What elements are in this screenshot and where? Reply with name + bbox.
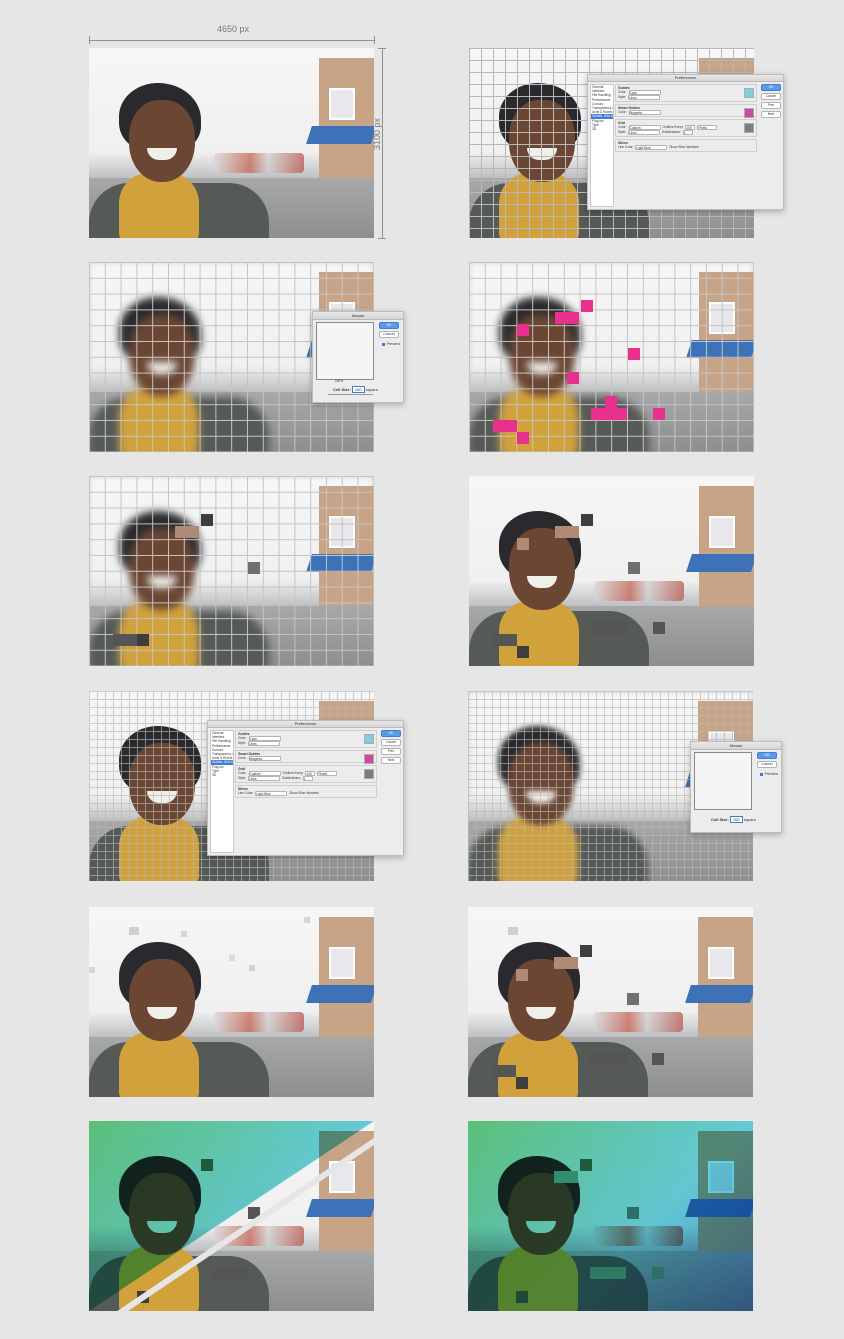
guides-style-select[interactable]: Lines: [627, 94, 660, 101]
category-item[interactable]: File Handling: [591, 93, 613, 97]
mosaic-preview-checkbox[interactable]: Preview: [760, 772, 778, 776]
show-slice-numbers-checkbox[interactable]: Show Slice Numbers: [669, 145, 699, 150]
magenta-block: [517, 324, 529, 336]
building: [319, 58, 374, 188]
mosaic-preview: [316, 322, 374, 380]
panel-magenta-selection: [469, 262, 754, 452]
prev-button[interactable]: Prev: [381, 748, 401, 755]
awning: [306, 126, 374, 144]
height-label: 3100 px: [372, 117, 382, 150]
mosaic-dialog-2: Mosaic OK Cancel Preview Cell Size: 100 …: [690, 741, 782, 833]
magenta-block: [581, 300, 593, 312]
gridline-unit-select[interactable]: Pixels: [697, 124, 718, 131]
grid-style-select[interactable]: Lines: [627, 129, 660, 136]
magenta-block: [605, 396, 617, 408]
grid-section: Grid Color: Custom Gridline Every: 100 Pixel…: [615, 119, 757, 137]
width-label: 4650 px: [217, 24, 250, 34]
cancel-button[interactable]: Cancel: [761, 93, 781, 100]
cancel-button[interactable]: Cancel: [381, 739, 401, 746]
panel-dark-blocks: [89, 476, 374, 666]
person: [89, 78, 269, 238]
mosaic-title: Mosaic: [313, 312, 403, 320]
smart-guides-swatch[interactable]: [744, 108, 754, 118]
magenta-block: [653, 408, 665, 420]
prev-button[interactable]: Prev: [761, 102, 781, 109]
magenta-block: [567, 372, 579, 384]
magenta-block: [628, 348, 640, 360]
mosaic-cancel-button[interactable]: Cancel: [757, 761, 777, 768]
cell-size-slider[interactable]: [328, 394, 373, 395]
mosaic-cancel-button[interactable]: Cancel: [379, 331, 399, 338]
category-list[interactable]: General Interface File Handling Performa…: [590, 84, 614, 207]
width-tick-left: [89, 36, 90, 44]
mosaic-ok-button[interactable]: OK: [379, 322, 399, 329]
category-item-selected[interactable]: Guides, Grid & Slices: [591, 114, 613, 119]
mosaic-dialog: Mosaic OK Cancel Preview 100% Cell Size:…: [312, 311, 404, 403]
panel-original-photo: [89, 48, 374, 238]
width-dimension-line: [89, 40, 374, 41]
dialog-title: Preferences: [588, 75, 783, 82]
height-tick-bottom: [378, 238, 386, 239]
width-tick-right: [374, 36, 375, 44]
category-item[interactable]: 3D: [591, 127, 613, 131]
ok-button[interactable]: OK: [381, 730, 401, 737]
cell-size-input[interactable]: 100: [729, 816, 743, 823]
zoom-level: 100%: [335, 379, 344, 383]
gradient-overlay: [468, 1121, 753, 1311]
magenta-block: [517, 432, 529, 444]
magenta-block: [591, 408, 627, 420]
next-button[interactable]: Next: [381, 757, 401, 764]
mosaic-preview: [694, 752, 752, 810]
grid-swatch[interactable]: [744, 123, 754, 133]
slice-line-color-select[interactable]: Light Blue: [635, 144, 668, 151]
magenta-block: [555, 312, 579, 324]
cell-size-input[interactable]: 100: [351, 386, 365, 393]
panel-grey-squares: [89, 907, 374, 1097]
ok-button[interactable]: OK: [761, 84, 781, 91]
height-dimension-line: [382, 48, 383, 238]
preferences-dialog: Preferences General Interface File Handl…: [587, 74, 784, 210]
guides-section: Guides Color: Cyan Style: Lines: [615, 84, 757, 102]
panel-gradient-split: [89, 1121, 374, 1311]
slices-section: Slices Line Color: Light Blue Show Slice N…: [615, 139, 757, 152]
panel-gradient-final: [468, 1121, 753, 1311]
guides-swatch[interactable]: [744, 88, 754, 98]
category-list[interactable]: General Interface File Handling Performance…: [210, 730, 234, 853]
panel-mixed-squares: [468, 907, 753, 1097]
preferences-dialog-2: Preferences General Interface File Handlin…: [207, 720, 404, 856]
subdivisions-input[interactable]: 1: [682, 129, 693, 136]
smart-guides-color-select[interactable]: Magenta: [628, 109, 661, 116]
next-button[interactable]: Next: [761, 111, 781, 118]
mosaic-preview-checkbox[interactable]: Preview: [382, 342, 400, 346]
panel-blocks-on-photo: [469, 476, 754, 666]
height-tick-top: [378, 48, 386, 49]
magenta-block: [493, 420, 517, 432]
cell-size-row: Cell Size: 100 square: [333, 386, 378, 393]
smart-guides-section: Smart Guides Color: Magenta: [615, 104, 757, 118]
mosaic-ok-button[interactable]: OK: [757, 752, 777, 759]
